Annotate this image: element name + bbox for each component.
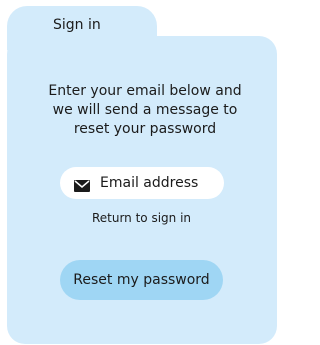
return-to-sign-in-link[interactable]: Return to sign in [0, 211, 283, 225]
reset-instructions-line: reset your password [73, 121, 217, 137]
envelope-icon [74, 177, 90, 192]
reset-instructions-line: we will send a message to [52, 102, 238, 118]
tab-title: Sign in [53, 17, 101, 33]
reset-instructions: Enter your email below and we will send … [30, 82, 260, 139]
reset-password-button[interactable]: Reset my password [60, 260, 223, 300]
email-field[interactable] [60, 167, 224, 199]
email-input[interactable] [100, 175, 220, 191]
reset-instructions-line: Enter your email below and [48, 83, 242, 99]
